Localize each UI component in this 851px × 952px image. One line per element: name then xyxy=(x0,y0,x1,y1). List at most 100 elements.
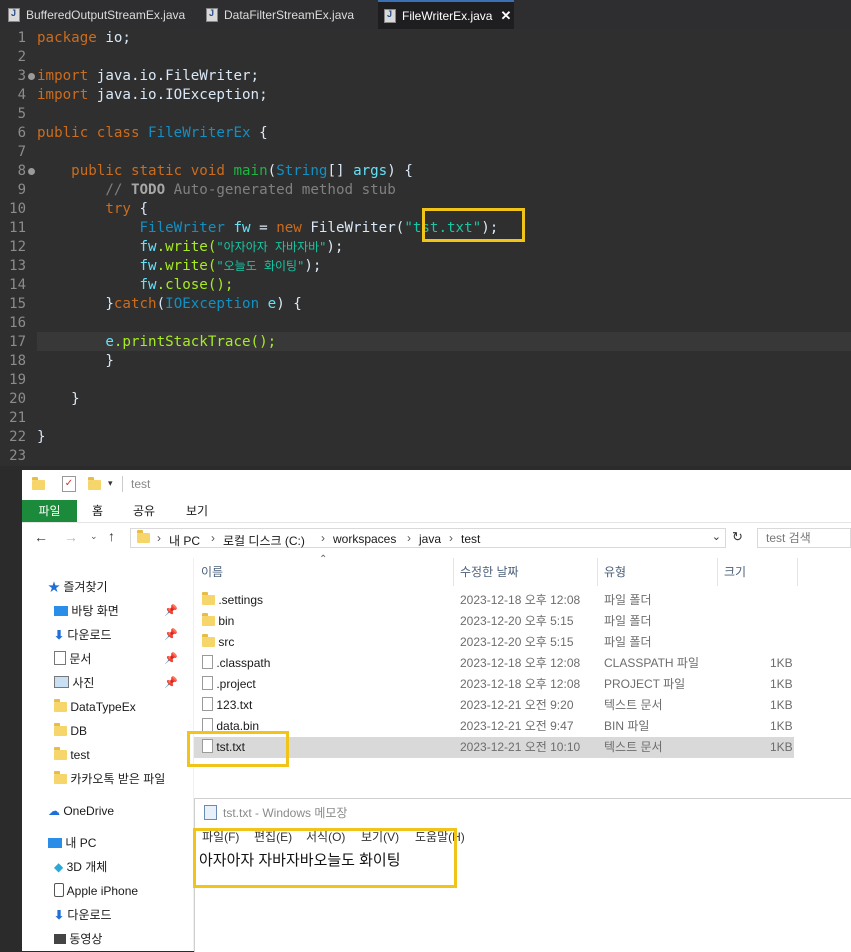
folder-icon[interactable] xyxy=(32,477,45,490)
file-row[interactable]: 123.txt 2023-12-21 오전 9:20 텍스트 문서 1KB xyxy=(194,695,794,716)
code-token: catch xyxy=(113,296,157,312)
tab-file[interactable]: 파일 xyxy=(22,500,77,522)
chevron-right-icon: › xyxy=(157,531,161,545)
tab-buffered-output-stream[interactable]: BufferedOutputStreamEx.java xyxy=(4,0,198,29)
back-arrow-icon[interactable]: ← xyxy=(34,529,48,545)
code-token: fw xyxy=(139,277,157,293)
column-header-name[interactable]: 이름 xyxy=(201,558,223,586)
tab-label: FileWriterEx.java xyxy=(402,8,493,23)
breadcrumb-item[interactable]: java xyxy=(419,532,441,546)
nav-item-documents[interactable]: 문서 xyxy=(54,648,91,670)
code-token: main xyxy=(233,163,268,179)
nav-item-downloads[interactable]: ⬇ 다운로드 xyxy=(54,624,112,646)
file-row[interactable]: .classpath 2023-12-18 오후 12:08 CLASSPATH… xyxy=(194,653,794,674)
line-number: 8 xyxy=(17,163,26,179)
new-folder-icon[interactable] xyxy=(88,477,101,490)
tab-label: DataFilterStreamEx.java xyxy=(224,7,355,22)
chevron-down-icon[interactable]: ⌄ xyxy=(712,530,721,543)
folder-icon xyxy=(202,634,215,647)
code-token: } xyxy=(71,391,80,407)
code-token: ) { xyxy=(276,296,302,312)
nav-item-3d-objects[interactable]: ◆ 3D 개체 xyxy=(54,856,107,878)
code-token: FileWriter( xyxy=(301,220,405,236)
nav-item-desktop[interactable]: 바탕 화면 xyxy=(54,600,119,622)
cloud-icon: ☁ xyxy=(48,804,60,818)
close-icon[interactable]: ✕ xyxy=(500,8,511,24)
breadcrumb-item[interactable]: 내 PC xyxy=(169,532,200,549)
line-number: 13 xyxy=(9,258,26,274)
nav-item-videos[interactable]: 동영상 xyxy=(54,928,102,950)
column-divider[interactable] xyxy=(453,558,454,586)
file-date: 2023-12-21 오전 10:10 xyxy=(460,740,581,754)
file-size: 1KB xyxy=(770,740,793,754)
file-type: 파일 폴더 xyxy=(604,593,652,607)
file-date: 2023-12-18 오후 12:08 xyxy=(460,677,581,691)
nav-item-downloads[interactable]: ⬇ 다운로드 xyxy=(54,904,112,926)
code-line: fw.close(); xyxy=(37,276,234,295)
nav-item-onedrive[interactable]: ☁ OneDrive xyxy=(48,800,114,822)
nav-item-favorites[interactable]: ★ 즐겨찾기 xyxy=(48,576,108,598)
file-type: 텍스트 문서 xyxy=(604,740,663,754)
nav-item-folder[interactable]: DB xyxy=(54,720,87,742)
line-number: 14 xyxy=(9,277,26,293)
line-number: 2 xyxy=(17,49,26,65)
download-icon: ⬇ xyxy=(54,908,65,922)
file-row[interactable]: .settings 2023-12-18 오후 12:08 파일 폴더 xyxy=(194,590,794,611)
nav-label: 내 PC xyxy=(65,836,97,850)
file-row[interactable]: bin 2023-12-20 오후 5:15 파일 폴더 xyxy=(194,611,794,632)
tab-file-writer[interactable]: FileWriterEx.java ✕ xyxy=(378,0,514,29)
fold-marker-icon[interactable] xyxy=(28,168,35,175)
pin-icon[interactable]: 📌 xyxy=(164,628,178,641)
code-token: ); xyxy=(326,239,344,255)
search-input[interactable]: test 검색 xyxy=(757,528,851,548)
column-header-type[interactable]: 유형 xyxy=(604,558,626,586)
nav-item-this-pc[interactable]: 내 PC xyxy=(48,832,96,854)
chevron-right-icon: › xyxy=(211,531,215,545)
java-file-icon xyxy=(384,8,396,23)
document-icon xyxy=(54,651,66,665)
code-token: e xyxy=(259,296,277,312)
pin-icon[interactable]: 📌 xyxy=(164,652,178,665)
nav-item-folder[interactable]: test xyxy=(54,744,90,766)
file-row[interactable]: .project 2023-12-18 오후 12:08 PROJECT 파일 … xyxy=(194,674,794,695)
properties-icon[interactable]: ✓ xyxy=(62,476,76,492)
code-token: String xyxy=(276,163,328,179)
tab-home[interactable]: 홈 xyxy=(92,500,103,522)
file-date: 2023-12-20 오후 5:15 xyxy=(460,614,574,628)
nav-item-folder[interactable]: DataTypeEx xyxy=(54,696,136,718)
tab-data-filter-stream[interactable]: DataFilterStreamEx.java xyxy=(202,0,376,29)
tab-view[interactable]: 보기 xyxy=(186,500,208,522)
nav-item-pictures[interactable]: 사진 xyxy=(54,672,94,694)
pin-icon[interactable]: 📌 xyxy=(164,604,178,617)
chevron-down-icon[interactable]: ⌄ xyxy=(90,531,98,542)
breadcrumb-item[interactable]: 로컬 디스크 (C:) xyxy=(223,532,305,549)
column-divider[interactable] xyxy=(717,558,718,586)
code-line: try { xyxy=(37,200,148,219)
breadcrumb-item[interactable]: test xyxy=(461,532,480,546)
code-token: } xyxy=(37,429,46,445)
column-divider[interactable] xyxy=(797,558,798,586)
code-token: [] xyxy=(327,163,354,179)
address-box[interactable]: › 내 PC › 로컬 디스크 (C:) › workspaces › java… xyxy=(130,528,726,548)
tab-share[interactable]: 공유 xyxy=(133,500,155,522)
code-token: args xyxy=(353,163,388,179)
file-row[interactable]: src 2023-12-20 오후 5:15 파일 폴더 xyxy=(194,632,794,653)
code-line: } xyxy=(37,428,46,447)
up-arrow-icon[interactable]: ↑ xyxy=(108,528,115,544)
code-editor[interactable]: 1 2 3 4 5 6 7 8 9 10 11 12 13 14 15 16 1… xyxy=(0,29,851,466)
column-header-size[interactable]: 크기 xyxy=(724,558,746,586)
column-divider[interactable] xyxy=(597,558,598,586)
code-token: FileWriter xyxy=(139,220,225,236)
nav-item-folder[interactable]: 카카오톡 받은 파일 xyxy=(54,768,165,790)
chevron-down-icon[interactable]: ▾ xyxy=(108,478,113,489)
refresh-icon[interactable]: ↻ xyxy=(732,529,743,545)
code-line: } xyxy=(37,352,114,371)
forward-arrow-icon[interactable]: → xyxy=(64,529,78,545)
column-header-date[interactable]: 수정한 날짜 xyxy=(460,558,519,586)
nav-item-iphone[interactable]: Apple iPhone xyxy=(54,880,138,902)
fold-marker-icon[interactable] xyxy=(28,73,35,80)
file-name: 123.txt xyxy=(216,698,253,712)
breadcrumb-item[interactable]: workspaces xyxy=(333,532,396,546)
line-number: 9 xyxy=(17,182,26,198)
pin-icon[interactable]: 📌 xyxy=(164,676,178,689)
